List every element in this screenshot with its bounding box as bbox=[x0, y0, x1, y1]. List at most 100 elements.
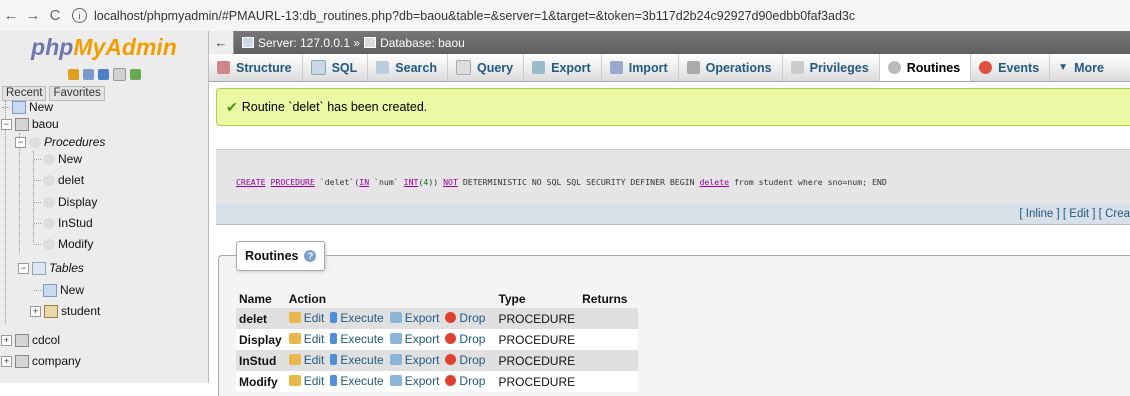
tab-structure[interactable]: Structure bbox=[209, 54, 303, 81]
tree-proc-instud[interactable]: InStud bbox=[34, 214, 93, 232]
settings-icon[interactable] bbox=[112, 67, 126, 81]
tree-table-new[interactable]: New bbox=[34, 281, 84, 299]
export-label: Export bbox=[404, 352, 440, 367]
collapse-nav-icon[interactable]: ← bbox=[209, 31, 234, 54]
drop-link[interactable]: Drop bbox=[445, 353, 485, 367]
routine-name: Display bbox=[236, 329, 286, 350]
routine-actions: Edit Execute Export Drop bbox=[285, 308, 496, 329]
tree-db-company[interactable]: + company bbox=[1, 352, 81, 370]
edit-link[interactable]: Edit bbox=[288, 332, 324, 346]
export-link[interactable]: Export bbox=[389, 311, 439, 325]
routine-icon bbox=[43, 174, 55, 186]
expand-icon[interactable]: + bbox=[30, 305, 41, 317]
database-icon bbox=[15, 333, 29, 347]
edit-link[interactable]: Edit bbox=[288, 352, 325, 367]
sql-query-box: CREATE PROCEDURE `delet`(IN `num` INT(4)… bbox=[216, 149, 1130, 205]
reload-button[interactable]: C bbox=[44, 5, 66, 27]
expand-icon[interactable]: + bbox=[1, 334, 12, 346]
info-icon[interactable]: i bbox=[72, 8, 87, 23]
reload-nav-icon[interactable] bbox=[129, 68, 141, 80]
tree-label: delet bbox=[58, 173, 85, 187]
tree-label: baou bbox=[32, 117, 59, 131]
tree-procedures[interactable]: − Procedures bbox=[15, 133, 105, 151]
docs-icon[interactable] bbox=[97, 68, 109, 80]
tab-label: Search bbox=[395, 60, 437, 75]
tree-proc-modify[interactable]: Modify bbox=[34, 235, 93, 253]
play-icon bbox=[330, 375, 338, 387]
forward-button[interactable]: → bbox=[22, 5, 44, 27]
table-row: Modify Edit Execute Export Drop PROCEDURE bbox=[236, 371, 639, 392]
edit-label: Edit bbox=[303, 310, 325, 325]
export-link[interactable]: Export bbox=[389, 374, 439, 388]
tab-search[interactable]: Search bbox=[368, 54, 448, 81]
drop-link[interactable]: Drop bbox=[445, 374, 485, 388]
execute-link[interactable]: Execute bbox=[330, 353, 384, 367]
collapse-icon[interactable]: − bbox=[1, 118, 12, 130]
expand-icon[interactable]: + bbox=[1, 355, 12, 367]
export-icon bbox=[389, 375, 402, 387]
drop-link[interactable]: Drop bbox=[445, 332, 485, 346]
back-button[interactable]: ← bbox=[0, 5, 22, 27]
sql-query-text: CREATE PROCEDURE `delet`(IN `num` INT(4)… bbox=[236, 177, 887, 187]
structure-icon bbox=[217, 61, 230, 74]
tab-sql[interactable]: SQL bbox=[303, 54, 369, 81]
tree-table-student[interactable]: + student bbox=[30, 302, 100, 320]
drop-link[interactable]: Drop bbox=[445, 311, 485, 325]
logout-icon[interactable] bbox=[82, 68, 94, 80]
tree-proc-display[interactable]: Display bbox=[34, 193, 97, 211]
phpmyadmin-logo[interactable]: php MyAdmin bbox=[0, 31, 208, 63]
tab-label: Export bbox=[551, 60, 591, 75]
home-icon[interactable] bbox=[67, 68, 79, 80]
execute-label: Execute bbox=[340, 331, 384, 346]
tab-export[interactable]: Export bbox=[524, 54, 602, 81]
tab-operations[interactable]: Operations bbox=[679, 54, 783, 81]
tree-label: New bbox=[60, 283, 85, 297]
tab-privileges[interactable]: Privileges bbox=[783, 54, 880, 81]
tree-item-new[interactable]: New bbox=[2, 98, 53, 116]
tab-more[interactable]: ▼ More bbox=[1050, 54, 1114, 81]
tree-proc-delet[interactable]: delet bbox=[34, 171, 84, 189]
tree-tables[interactable]: − Tables bbox=[18, 259, 84, 277]
tab-label: SQL bbox=[331, 60, 358, 75]
sql-keyword[interactable]: IN bbox=[359, 177, 369, 187]
help-icon[interactable]: ? bbox=[304, 250, 317, 262]
export-link[interactable]: Export bbox=[389, 332, 439, 346]
collapse-icon[interactable]: − bbox=[18, 262, 29, 274]
column-header-name: Name bbox=[236, 289, 286, 308]
address-bar[interactable]: i localhost/phpmyadmin/#PMAURL-13:db_rou… bbox=[72, 8, 855, 23]
table-icon bbox=[44, 304, 58, 318]
sql-keyword[interactable]: PROCEDURE bbox=[271, 177, 315, 187]
tab-label: Query bbox=[476, 60, 514, 75]
sql-keyword[interactable]: CREATE bbox=[236, 177, 266, 187]
edit-label: Edit bbox=[303, 352, 325, 367]
edit-link[interactable]: Edit bbox=[288, 374, 324, 388]
sql-keyword[interactable]: NOT bbox=[443, 177, 458, 187]
search-icon bbox=[376, 61, 390, 74]
url-text: localhost/phpmyadmin/#PMAURL-13:db_routi… bbox=[94, 8, 856, 23]
sql-keyword[interactable]: delete bbox=[699, 177, 729, 187]
export-link[interactable]: Export bbox=[389, 352, 440, 367]
sql-keyword[interactable]: INT bbox=[404, 177, 419, 187]
tree-label: New bbox=[29, 100, 54, 114]
breadcrumb-database[interactable]: Database: baou bbox=[380, 36, 465, 50]
tab-routines[interactable]: Routines bbox=[879, 54, 972, 81]
tab-favorites[interactable]: Favorites bbox=[49, 85, 105, 101]
tree-db-cdcol[interactable]: + cdcol bbox=[1, 331, 60, 349]
collapse-icon[interactable]: − bbox=[15, 136, 26, 148]
execute-label: Execute bbox=[340, 373, 384, 388]
tree-label: cdcol bbox=[32, 333, 61, 347]
tab-import[interactable]: Import bbox=[602, 54, 679, 81]
tree-proc-new[interactable]: New bbox=[34, 150, 82, 168]
edit-link[interactable]: Edit bbox=[288, 310, 325, 325]
tab-label: More bbox=[1074, 60, 1104, 75]
execute-link[interactable]: Execute bbox=[330, 331, 384, 346]
sql-query-links[interactable]: [ Inline ] [ Edit ] [ Crea bbox=[1019, 208, 1130, 220]
tab-query[interactable]: Query bbox=[448, 54, 525, 81]
execute-link[interactable]: Execute bbox=[330, 373, 384, 388]
execute-link[interactable]: Execute bbox=[330, 311, 384, 325]
sql-text: `num` bbox=[369, 177, 404, 187]
tree-db-baou[interactable]: − baou bbox=[1, 115, 59, 133]
tab-events[interactable]: Events bbox=[971, 54, 1051, 81]
breadcrumb-server[interactable]: Server: 127.0.0.1 » bbox=[258, 36, 360, 50]
routine-type: PROCEDURE bbox=[495, 350, 580, 371]
